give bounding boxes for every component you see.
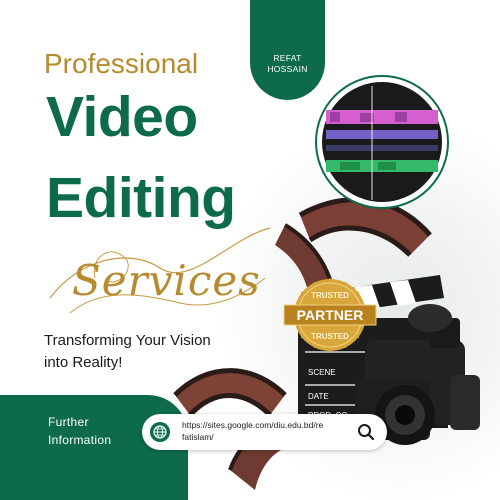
seal-top-text: TRUSTED xyxy=(311,291,349,300)
seal-main-text: PARTNER xyxy=(297,307,364,323)
poster: REFAT HOSSAIN Professional Video Editing… xyxy=(0,0,500,500)
info-label-line-2: Information xyxy=(48,433,112,447)
globe-icon xyxy=(150,422,170,442)
website-url-line-1: https://sites.google.com/diu.edu.bd/re xyxy=(182,420,324,430)
website-url[interactable]: https://sites.google.com/diu.edu.bd/re f… xyxy=(182,419,354,443)
editing-timeline-thumbnail xyxy=(315,75,449,209)
clapper-scene-label: SCENE xyxy=(308,368,336,377)
seal-bottom-text: TRUSTED xyxy=(311,332,349,341)
info-label: Further Information xyxy=(48,413,111,449)
clapper-date-label: DATE xyxy=(308,392,329,401)
search-icon[interactable] xyxy=(357,423,375,441)
website-url-line-2: fatislam/ xyxy=(182,432,214,442)
website-link-bar[interactable]: https://sites.google.com/diu.edu.bd/re f… xyxy=(142,414,387,450)
info-label-line-1: Further xyxy=(48,415,89,429)
